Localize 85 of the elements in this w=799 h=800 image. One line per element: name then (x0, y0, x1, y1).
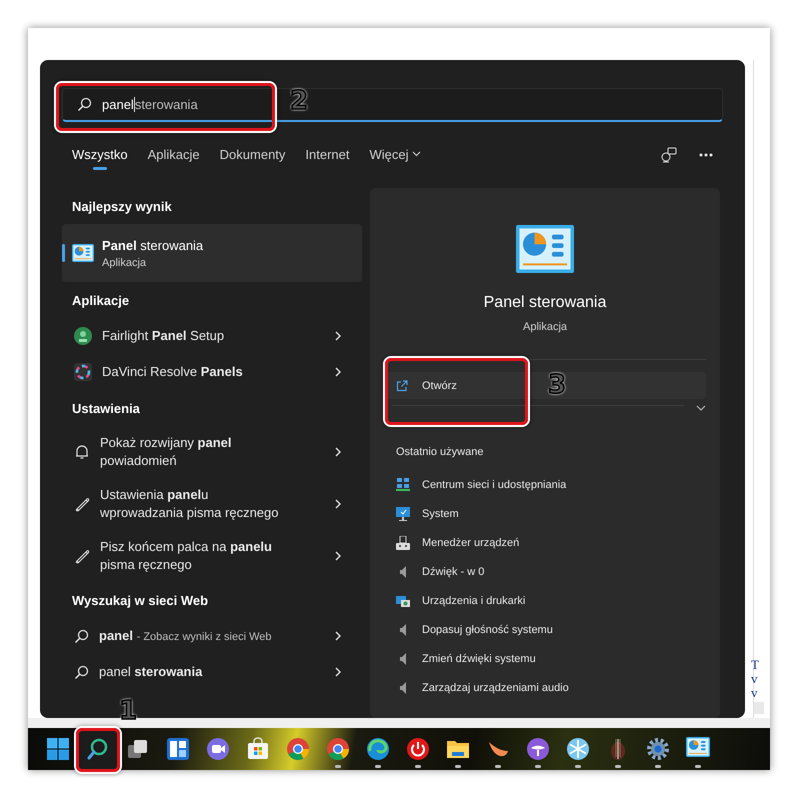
search-text: panelsterowania (102, 97, 198, 112)
step-number: 2 (290, 86, 308, 116)
external-link-icon (396, 380, 408, 392)
search-icon (86, 737, 110, 761)
result-item[interactable]: DaVinci Resolve Panels (62, 354, 362, 390)
running-indicator (615, 765, 621, 768)
more-options-icon[interactable] (699, 153, 713, 157)
running-indicator (335, 765, 341, 768)
taskbar-button[interactable] (78, 729, 118, 769)
running-indicator (655, 765, 661, 768)
power-icon (406, 737, 430, 761)
result-item[interactable]: panel sterowania (62, 654, 362, 690)
section-heading: Aplikacje (71, 292, 130, 310)
recent-item[interactable]: Menedżer urządzeń (370, 528, 720, 557)
tri-color-circle-icon (326, 737, 350, 761)
running-indicator (535, 765, 541, 768)
ring-logo-icon (74, 363, 92, 381)
chevron-down-icon (412, 151, 421, 157)
result-item[interactable]: Panel sterowania Aplikacja (62, 224, 362, 282)
result-item[interactable]: Pokaż rozwijany panel powiadomień (62, 426, 362, 478)
section-heading: Ustawienia (71, 400, 141, 418)
result-item[interactable]: Fairlight Panel Setup (62, 318, 362, 354)
running-indicator (495, 765, 501, 768)
page-text-fragment: v (751, 686, 758, 700)
filter-tab[interactable]: Aplikacje (148, 140, 200, 170)
recent-item[interactable]: System (370, 499, 720, 528)
tri-color-circle-icon (286, 737, 310, 761)
result-item[interactable]: Pisz końcem palca na panelu pisma ręcznego (62, 530, 362, 582)
recent-item[interactable]: Zarządzaj urządzeniami audio (370, 673, 720, 702)
printer-device-icon (396, 536, 410, 550)
running-indicator (455, 765, 461, 768)
section-heading: Najlepszy wynik (71, 198, 173, 216)
devices-icon (396, 594, 410, 608)
chevron-right-icon (334, 330, 342, 342)
filter-tab[interactable]: Wszystko (72, 140, 128, 170)
running-indicator (375, 765, 381, 768)
section-heading: Ostatnio używane (396, 446, 484, 458)
section-heading: Wyszukaj w sieci Web (71, 592, 210, 610)
search-icon (74, 664, 89, 680)
stacked-squares-icon (126, 737, 150, 761)
result-item[interactable]: panel - Zobacz wyniki z sieci Web (62, 618, 362, 654)
running-indicator (415, 765, 421, 768)
running-indicator (575, 765, 581, 768)
chevron-right-icon (334, 630, 342, 642)
expand-chevron-icon[interactable] (696, 405, 706, 411)
app-type: Aplikacja (522, 321, 568, 333)
dropdown-tab[interactable]: Więcej (370, 140, 421, 170)
step-number: 3 (548, 370, 566, 400)
recent-item[interactable]: Urządzenia i drukarki (370, 586, 720, 615)
recent-item[interactable]: Centrum sieci i udostępniania (370, 470, 720, 499)
shopping-bag-icon (246, 737, 270, 761)
monitor-icon (396, 506, 410, 520)
control-panel-icon (72, 244, 94, 262)
bell-icon (74, 444, 90, 460)
recent-item[interactable]: Zmień dźwięki systemu (370, 644, 720, 673)
filter-tab[interactable]: Dokumenty (220, 140, 286, 170)
wave-circle-icon (366, 737, 390, 761)
chevron-right-icon (334, 446, 342, 458)
page-text-fragment: T (751, 658, 759, 672)
control-panel-icon (516, 225, 574, 273)
network-icon (396, 478, 410, 492)
round-app-icon (526, 737, 550, 761)
search-icon (74, 628, 89, 644)
running-indicator (695, 765, 701, 768)
result-item[interactable]: Ustawienia panelu wprowadzania pisma ręcznego (62, 478, 362, 530)
pen-icon (74, 548, 90, 564)
app-title: Panel sterowania (484, 293, 606, 313)
gear-icon (646, 737, 670, 761)
chevron-right-icon (334, 550, 342, 562)
recent-item[interactable]: Dźwięk - w 0 (370, 557, 720, 586)
recent-item[interactable]: Dopasuj głośność systemu (370, 615, 720, 644)
chevron-right-icon (334, 366, 342, 378)
chevron-right-icon (334, 666, 342, 678)
windows-logo-icon (46, 737, 70, 761)
page-text-fragment: v (751, 672, 758, 686)
pen-icon (74, 496, 90, 512)
search-icon (77, 97, 92, 112)
snowflake-icon (566, 737, 590, 761)
filter-tab[interactable]: Internet (305, 140, 350, 170)
highlight-frame (76, 728, 120, 772)
chevron-right-icon (334, 498, 342, 510)
app-logo-icon (74, 327, 92, 345)
widgets-icon (166, 737, 190, 761)
video-chat-icon (206, 737, 230, 761)
chat-bubbles-icon[interactable] (661, 147, 677, 163)
